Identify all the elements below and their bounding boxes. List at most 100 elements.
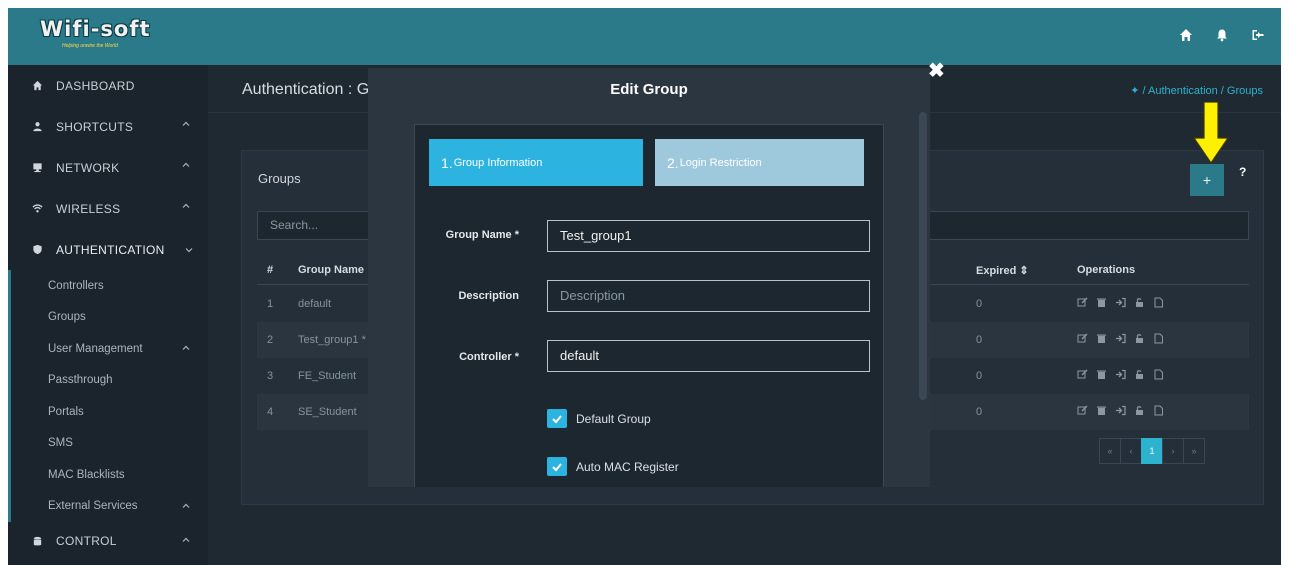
chevron-down-icon bbox=[185, 247, 193, 252]
trash-icon[interactable] bbox=[1096, 405, 1107, 416]
breadcrumb[interactable]: ✦ / Authentication / Groups bbox=[1130, 84, 1263, 97]
row-operations bbox=[1077, 369, 1164, 380]
col-operations: Operations bbox=[1077, 264, 1136, 276]
sidebar-item-label: Controllers bbox=[48, 279, 104, 292]
row-num: 3 bbox=[267, 370, 274, 382]
logo-text: Wifi-soft bbox=[40, 17, 151, 41]
row-group-name: FE_Student bbox=[298, 370, 357, 382]
trash-icon[interactable] bbox=[1096, 297, 1107, 308]
sign-in-icon[interactable] bbox=[1115, 297, 1126, 308]
file-icon[interactable] bbox=[1153, 405, 1164, 416]
description-label: Description bbox=[458, 290, 519, 302]
file-icon[interactable] bbox=[1153, 333, 1164, 344]
sidebar-item-authentication[interactable]: AUTHENTICATION bbox=[8, 229, 208, 270]
page-prev-button[interactable]: ‹ bbox=[1120, 438, 1142, 464]
group-name-input[interactable]: Test_group1 bbox=[547, 220, 870, 252]
app-window: Wifi-soft Helping unwire the World DASHB… bbox=[8, 8, 1281, 565]
sidebar-item-wireless[interactable]: WIRELESS bbox=[8, 188, 208, 229]
row-expired: 0 bbox=[976, 406, 983, 418]
modal-title: Edit Group bbox=[610, 81, 688, 98]
sign-in-icon[interactable] bbox=[1115, 333, 1126, 344]
sidebar-item-label: AUTHENTICATION bbox=[56, 242, 165, 257]
unlock-icon[interactable] bbox=[1134, 333, 1145, 344]
group-name-label: Group Name * bbox=[445, 229, 519, 241]
row-operations bbox=[1077, 405, 1164, 416]
sidebar-item-groups[interactable]: Groups bbox=[11, 302, 208, 334]
sidebar-item-dashboard[interactable]: DASHBOARD bbox=[8, 65, 208, 106]
sidebar-item-network[interactable]: NETWORK bbox=[8, 147, 208, 188]
col-expired[interactable]: Expired ⇕ bbox=[976, 264, 1029, 277]
sidebar-item-user-management[interactable]: User Management bbox=[11, 333, 208, 365]
edit-icon[interactable] bbox=[1077, 297, 1088, 308]
logout-icon[interactable] bbox=[1251, 28, 1265, 42]
checkbox-checked-icon[interactable] bbox=[547, 409, 567, 428]
authentication-submenu: Controllers Groups User Management Passt… bbox=[8, 270, 208, 522]
close-icon[interactable]: ✖ bbox=[928, 58, 945, 83]
unlock-icon[interactable] bbox=[1134, 369, 1145, 380]
edit-group-modal: Edit Group 1. Group Information 2. Login… bbox=[368, 68, 930, 487]
home-icon[interactable] bbox=[1179, 28, 1193, 42]
description-input[interactable]: Description bbox=[547, 280, 870, 312]
top-icons bbox=[1179, 28, 1265, 42]
user-icon bbox=[30, 120, 44, 134]
sidebar-item-label: External Services bbox=[48, 500, 138, 513]
page-last-button[interactable]: » bbox=[1183, 438, 1205, 464]
sidebar-item-external-services[interactable]: External Services bbox=[11, 491, 208, 523]
highlight-arrow-icon bbox=[1193, 102, 1229, 164]
sidebar-item-mac-blacklists[interactable]: MAC Blacklists bbox=[11, 459, 208, 491]
sidebar-item-label: Passthrough bbox=[48, 374, 113, 387]
sign-in-icon[interactable] bbox=[1115, 405, 1126, 416]
chevron-up-icon bbox=[182, 162, 190, 167]
edit-icon[interactable] bbox=[1077, 333, 1088, 344]
page-current-button[interactable]: 1 bbox=[1141, 438, 1163, 464]
shield-icon bbox=[30, 243, 44, 257]
step-login-restriction[interactable]: 2. Login Restriction bbox=[655, 139, 864, 186]
sidebar-item-label: SHORTCUTS bbox=[56, 119, 134, 134]
chevron-up-icon bbox=[182, 503, 190, 508]
sign-in-icon[interactable] bbox=[1115, 369, 1126, 380]
controller-select[interactable]: default bbox=[547, 340, 870, 372]
breadcrumb-text[interactable]: / Authentication / Groups bbox=[1143, 85, 1263, 97]
sidebar-item-shortcuts[interactable]: SHORTCUTS bbox=[8, 106, 208, 147]
sidebar-item-label: User Management bbox=[48, 342, 143, 355]
sidebar-item-control[interactable]: CONTROL bbox=[8, 522, 208, 560]
database-icon bbox=[30, 534, 44, 548]
sidebar-item-label: NETWORK bbox=[56, 160, 120, 175]
step-number: 2. bbox=[667, 154, 679, 171]
logo[interactable]: Wifi-soft Helping unwire the World bbox=[40, 17, 190, 57]
trash-icon[interactable] bbox=[1096, 333, 1107, 344]
unlock-icon[interactable] bbox=[1134, 405, 1145, 416]
row-operations bbox=[1077, 297, 1164, 308]
edit-icon[interactable] bbox=[1077, 405, 1088, 416]
modal-scrollbar[interactable] bbox=[919, 112, 927, 400]
sidebar-item-sms[interactable]: SMS bbox=[11, 428, 208, 460]
add-group-button[interactable]: + bbox=[1190, 164, 1224, 196]
default-group-checkbox[interactable]: Default Group bbox=[547, 409, 651, 428]
controller-label: Controller * bbox=[459, 351, 519, 363]
chevron-up-icon bbox=[182, 537, 190, 542]
col-num[interactable]: # bbox=[267, 264, 273, 276]
desktop-icon bbox=[30, 161, 44, 175]
checkbox-checked-icon[interactable] bbox=[547, 457, 567, 476]
bell-icon[interactable] bbox=[1215, 28, 1229, 42]
step-group-information[interactable]: 1. Group Information bbox=[429, 139, 643, 186]
file-icon[interactable] bbox=[1153, 297, 1164, 308]
page-next-button[interactable]: › bbox=[1162, 438, 1184, 464]
sidebar-item-passthrough[interactable]: Passthrough bbox=[11, 365, 208, 397]
sidebar-item-controllers[interactable]: Controllers bbox=[11, 270, 208, 302]
file-icon[interactable] bbox=[1153, 369, 1164, 380]
checkbox-label: Auto MAC Register bbox=[576, 459, 679, 474]
home-icon bbox=[30, 79, 44, 93]
home-icon[interactable]: ✦ bbox=[1130, 85, 1139, 97]
panel-title: Groups bbox=[258, 171, 301, 186]
unlock-icon[interactable] bbox=[1134, 297, 1145, 308]
checkbox-label: Default Group bbox=[576, 411, 651, 426]
trash-icon[interactable] bbox=[1096, 369, 1107, 380]
auto-mac-register-checkbox[interactable]: Auto MAC Register bbox=[547, 457, 679, 476]
sidebar: DASHBOARD SHORTCUTS NETWORK WIRELESS AUT… bbox=[8, 65, 208, 565]
edit-icon[interactable] bbox=[1077, 369, 1088, 380]
sidebar-item-portals[interactable]: Portals bbox=[11, 396, 208, 428]
help-icon[interactable]: ? bbox=[1239, 165, 1246, 179]
col-group-name[interactable]: Group Name bbox=[298, 264, 364, 276]
page-first-button[interactable]: « bbox=[1099, 438, 1121, 464]
